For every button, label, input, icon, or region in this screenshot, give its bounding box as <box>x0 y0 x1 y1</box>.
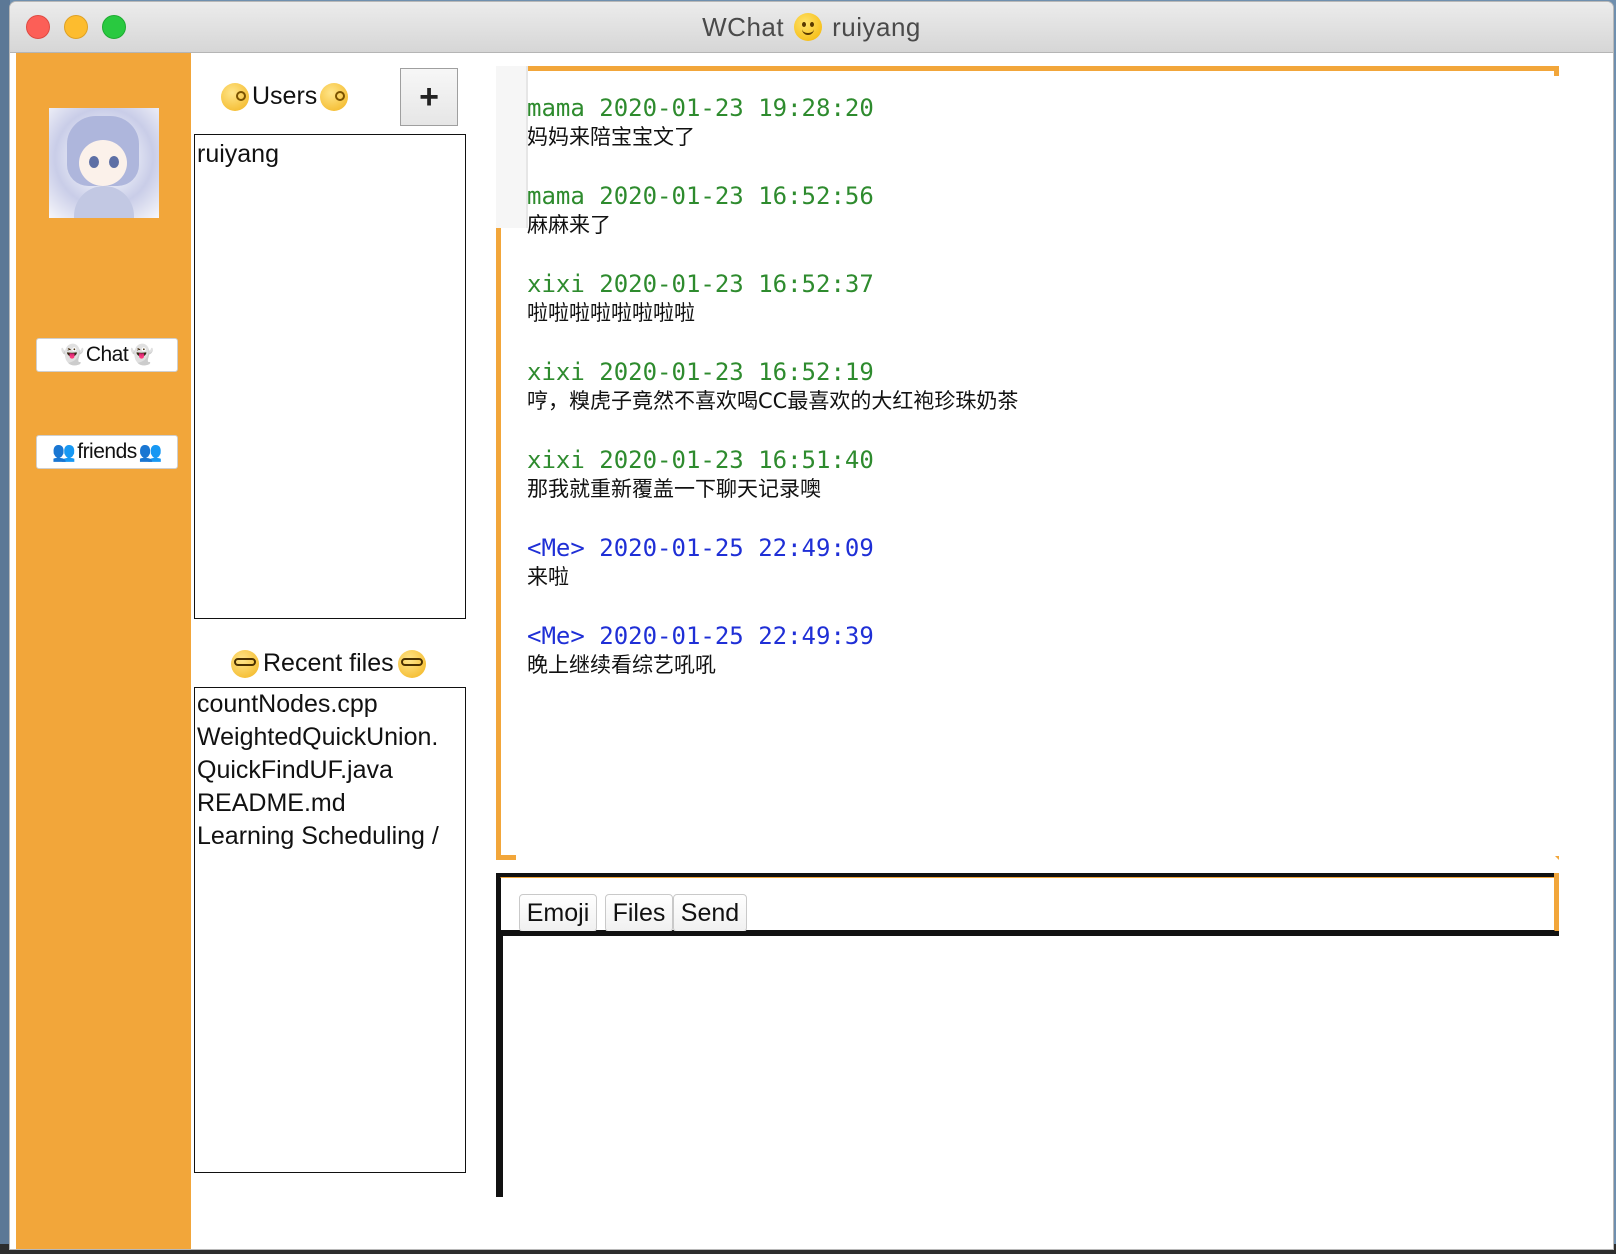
message-header: xixi 2020-01-23 16:52:37 <box>527 269 1554 299</box>
message-text: 麻麻来了 <box>527 213 611 237</box>
smiley-icon <box>794 13 823 41</box>
recent-files-label: Recent files <box>263 649 394 677</box>
add-user-button[interactable]: + <box>400 68 458 126</box>
compose-area: Emoji Files Send <box>496 873 1559 1197</box>
chat-nav-label: Chat <box>85 343 129 366</box>
user-list-item[interactable]: ruiyang <box>195 135 465 170</box>
message-item: <Me> 2020-01-25 22:49:39 晚上继续看综艺吼吼 <box>527 621 1554 679</box>
window-title-user: ruiyang <box>832 12 921 42</box>
message-item: mama 2020-01-23 19:28:20 妈妈来陪宝宝文了 <box>527 93 1554 151</box>
file-list-item[interactable]: README.md <box>195 787 465 820</box>
message-header: <Me> 2020-01-25 22:49:09 <box>527 533 1554 563</box>
message-text: 啦啦啦啦啦啦啦啦 <box>527 301 695 325</box>
message-header: mama 2020-01-23 19:28:20 <box>527 93 1554 123</box>
file-list-item[interactable]: countNodes.cpp <box>195 688 465 721</box>
users-header: Users <box>218 82 351 111</box>
window-title-app: WChat <box>702 12 785 42</box>
send-button[interactable]: Send <box>673 894 747 932</box>
title-bar[interactable]: WChat ruiyang <box>10 2 1613 53</box>
message-item: <Me> 2020-01-25 22:49:09 来啦 <box>527 533 1554 591</box>
ghost-icon: 👻 <box>60 345 85 366</box>
message-item: xixi 2020-01-23 16:52:19 哼，糗虎子竟然不喜欢喝CC最喜欢… <box>527 357 1554 415</box>
message-text: 那我就重新覆盖一下聊天记录噢 <box>527 477 821 501</box>
window-title: WChat ruiyang <box>10 12 1613 43</box>
desktop-background <box>0 0 10 1254</box>
left-sidebar: 👻 Chat 👻 👥 friends 👥 <box>16 53 191 1249</box>
file-list-item[interactable]: Learning Scheduling / <box>195 820 465 853</box>
message-input[interactable] <box>496 931 1559 1197</box>
message-sender: mama <box>527 182 585 210</box>
chat-scroll-gutter <box>496 66 528 228</box>
message-sender: <Me> <box>527 622 585 650</box>
message-timestamp: 2020-01-23 16:52:37 <box>599 270 874 298</box>
message-header: <Me> 2020-01-25 22:49:39 <box>527 621 1554 651</box>
ghost-icon: 👻 <box>130 345 154 366</box>
message-text: 晚上继续看综艺吼吼 <box>527 653 716 677</box>
file-list-item[interactable]: WeightedQuickUnion. <box>195 721 465 754</box>
message-item: mama 2020-01-23 16:52:56 麻麻来了 <box>527 181 1554 239</box>
message-sender: mama <box>527 94 585 122</box>
users-icon: 👥 <box>52 442 76 463</box>
message-text: 来啦 <box>527 565 569 589</box>
message-text: 妈妈来陪宝宝文了 <box>527 125 695 149</box>
recent-files-header: Recent files <box>227 649 430 678</box>
users-header-label: Users <box>252 82 318 110</box>
message-header: xixi 2020-01-23 16:51:40 <box>527 445 1554 475</box>
message-list: mama 2020-01-23 19:28:20 妈妈来陪宝宝文了 mama 202… <box>527 93 1554 709</box>
recent-files-list[interactable]: countNodes.cpp WeightedQuickUnion. Quick… <box>194 687 466 1173</box>
message-item: xixi 2020-01-23 16:51:40 那我就重新覆盖一下聊天记录噢 <box>527 445 1554 503</box>
message-header: xixi 2020-01-23 16:52:19 <box>527 357 1554 387</box>
message-sender: xixi <box>527 358 585 386</box>
compose-toolbar: Emoji Files Send <box>496 873 1559 935</box>
avatar[interactable] <box>49 108 159 218</box>
chat-nav-button[interactable]: 👻 Chat 👻 <box>36 338 178 372</box>
files-button[interactable]: Files <box>605 894 673 932</box>
file-list-item[interactable]: QuickFindUF.java <box>195 754 465 787</box>
message-timestamp: 2020-01-23 16:52:19 <box>599 358 874 386</box>
message-timestamp: 2020-01-23 16:51:40 <box>599 446 874 474</box>
message-header: mama 2020-01-23 16:52:56 <box>527 181 1554 211</box>
app-window: WChat ruiyang 👻 Chat 👻 👥 friends 👥 Users + ru… <box>10 2 1613 1249</box>
message-timestamp: 2020-01-23 19:28:20 <box>599 94 874 122</box>
users-list[interactable]: ruiyang <box>194 134 466 619</box>
message-text: 哼，糗虎子竟然不喜欢喝CC最喜欢的大红袍珍珠奶茶 <box>527 389 1019 413</box>
monocle-face-icon <box>221 82 249 111</box>
users-icon: 👥 <box>138 442 163 463</box>
message-sender: xixi <box>527 446 585 474</box>
nerd-face-icon <box>231 649 259 678</box>
message-sender: xixi <box>527 270 585 298</box>
emoji-button[interactable]: Emoji <box>519 894 597 932</box>
message-timestamp: 2020-01-25 22:49:09 <box>599 534 874 562</box>
message-item: xixi 2020-01-23 16:52:37 啦啦啦啦啦啦啦啦 <box>527 269 1554 327</box>
message-timestamp: 2020-01-23 16:52:56 <box>599 182 874 210</box>
chat-border-corner <box>496 855 516 860</box>
friends-nav-label: friends <box>77 440 137 463</box>
nerd-face-icon <box>397 649 426 678</box>
monocle-face-icon <box>320 82 349 111</box>
message-timestamp: 2020-01-25 22:49:39 <box>599 622 874 650</box>
message-sender: <Me> <box>527 534 585 562</box>
chat-history[interactable]: mama 2020-01-23 19:28:20 妈妈来陪宝宝文了 mama 202… <box>496 66 1559 860</box>
friends-nav-button[interactable]: 👥 friends 👥 <box>36 435 178 469</box>
